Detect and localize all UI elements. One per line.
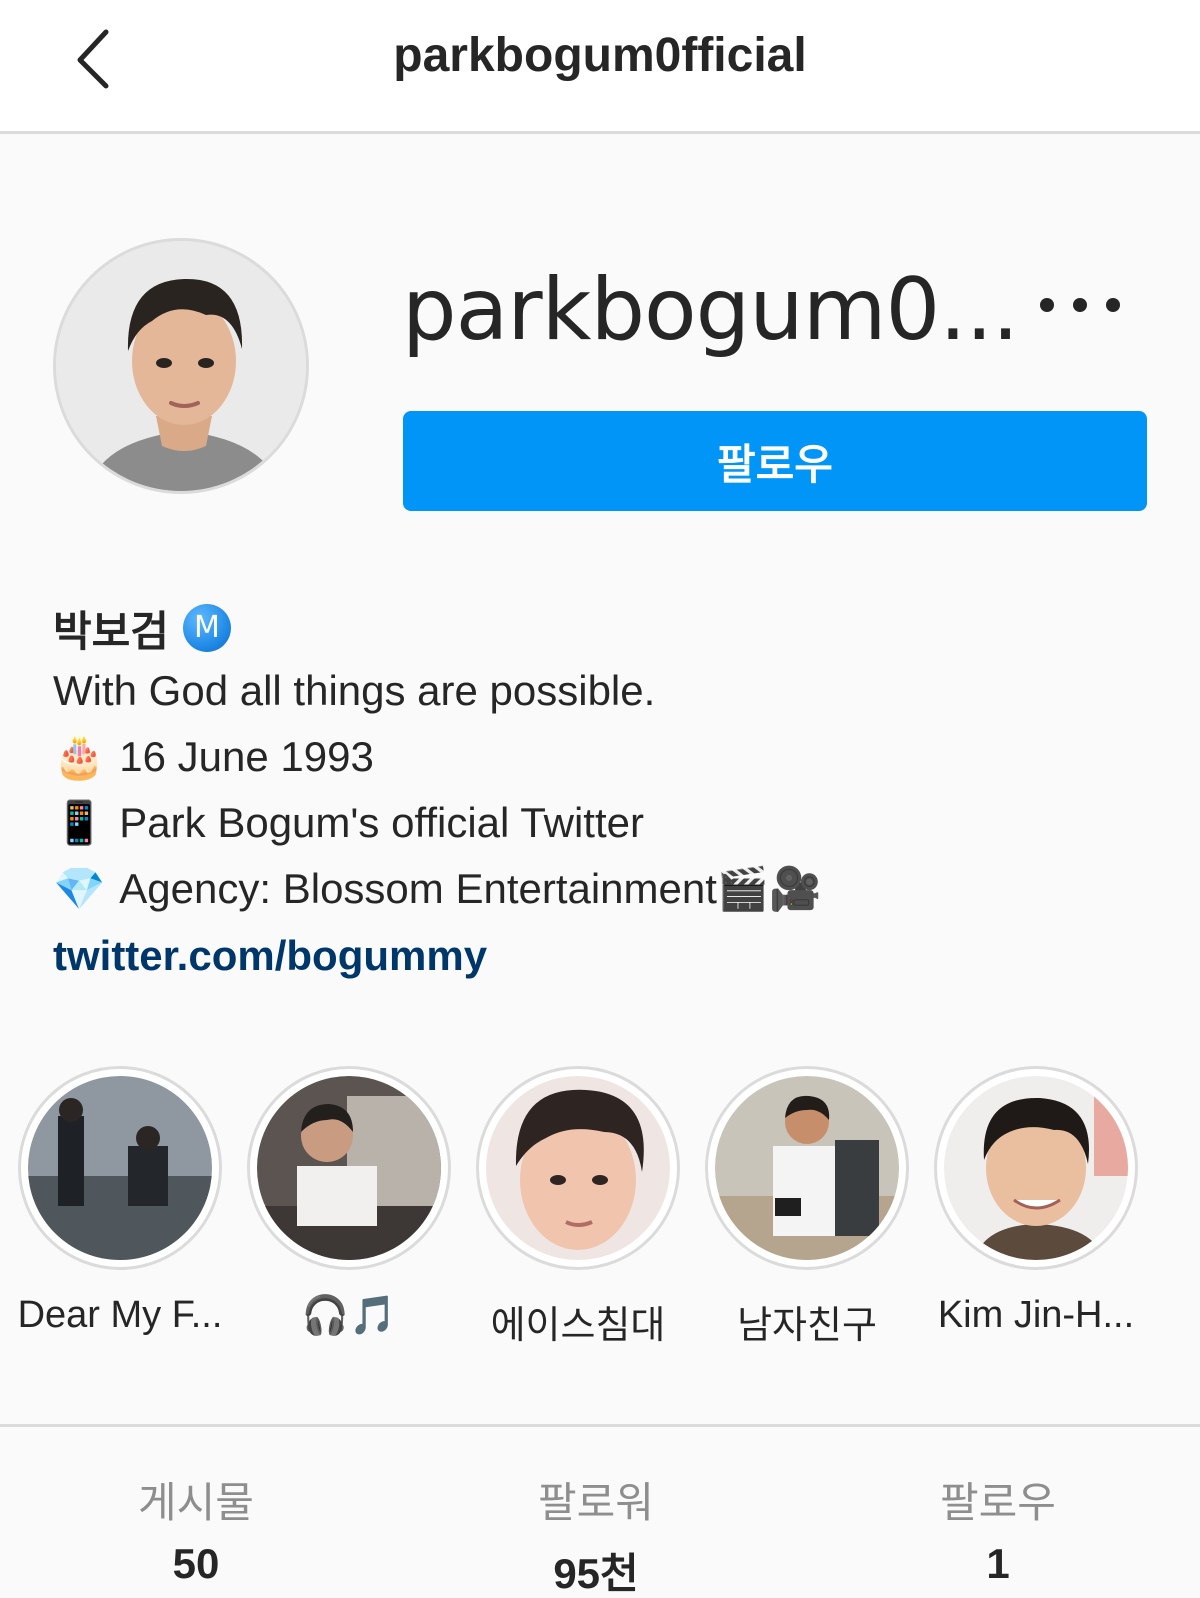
profile-bio: 박보검 M With God all things are possible. … [53, 598, 1153, 990]
more-dots-icon [1040, 298, 1054, 312]
highlight-cover [28, 1076, 212, 1260]
verified-badge-icon: M [182, 604, 231, 652]
highlight-ring [705, 1066, 909, 1270]
display-name: 박보검 [53, 607, 169, 655]
more-dots-icon [1073, 298, 1087, 312]
highlight-item[interactable]: 에이스침대 [463, 1066, 693, 1349]
highlight-item[interactable]: 🎧🎵 [234, 1066, 464, 1338]
highlight-cover [944, 1076, 1128, 1260]
profile-username: parkbogum0... [402, 260, 1019, 360]
profile-stats: 게시물 50 팔로워 95천 팔로우 1 [0, 1424, 1200, 1598]
highlight-item[interactable]: 남자친구 [692, 1066, 922, 1349]
profile-avatar[interactable] [53, 238, 309, 494]
highlight-label: 남자친구 [737, 1305, 877, 1347]
stat-followers[interactable]: 팔로워 95천 [446, 1469, 746, 1598]
bio-text: Agency: Blossom Entertainment🎬🎥 [119, 865, 822, 912]
cake-icon: 🎂 [53, 733, 106, 780]
bio-link[interactable]: twitter.com/bogummy [53, 922, 1153, 990]
highlight-label: Dear My F... [17, 1294, 223, 1336]
highlight-cover [486, 1076, 670, 1260]
stat-label: 게시물 [138, 1479, 254, 1526]
highlight-ring [247, 1066, 451, 1270]
top-bar: parkbogum0fficial [0, 0, 1200, 134]
stat-label: 팔로워 [538, 1479, 654, 1526]
highlight-item[interactable]: Dear My F... [5, 1066, 235, 1337]
phone-icon: 📱 [53, 799, 106, 846]
bio-text: With God all things are possible. [53, 667, 656, 714]
page-title: parkbogum0fficial [393, 29, 807, 82]
bio-line: 📱 Park Bogum's official Twitter [53, 790, 1153, 856]
more-options-button[interactable] [1040, 285, 1120, 325]
highlight-cover [715, 1076, 899, 1260]
highlight-label: Kim Jin-H... [937, 1294, 1135, 1336]
bio-text: 16 June 1993 [119, 733, 374, 780]
stat-label: 팔로우 [940, 1479, 1056, 1526]
profile-photo [56, 241, 306, 491]
stat-value: 50 [172, 1540, 220, 1587]
bio-name-row: 박보검 M [53, 598, 1153, 658]
bio-line: 🎂 16 June 1993 [53, 724, 1153, 790]
bio-line: With God all things are possible. [53, 658, 1153, 724]
highlight-cover [257, 1076, 441, 1260]
gem-icon: 💎 [53, 865, 106, 912]
highlight-label: 에이스침대 [490, 1305, 666, 1347]
more-dots-icon [1106, 298, 1120, 312]
highlight-ring [934, 1066, 1138, 1270]
highlight-ring [18, 1066, 222, 1270]
bio-line: 💎 Agency: Blossom Entertainment🎬🎥 [53, 856, 1153, 922]
bio-text: Park Bogum's official Twitter [119, 799, 644, 846]
stat-value: 1 [986, 1540, 1010, 1587]
stat-following[interactable]: 팔로우 1 [848, 1469, 1148, 1588]
stat-value: 95천 [553, 1550, 639, 1597]
highlight-item[interactable]: Kim Jin-H... [921, 1066, 1151, 1337]
stat-posts[interactable]: 게시물 50 [46, 1469, 346, 1588]
follow-button[interactable]: 팔로우 [403, 411, 1147, 511]
highlight-label: 🎧🎵 [301, 1295, 397, 1337]
story-highlights: Dear My F... 🎧🎵 에이스침대 남자친구 Kim Jin-H... [0, 1066, 1200, 1349]
highlight-ring [476, 1066, 680, 1270]
